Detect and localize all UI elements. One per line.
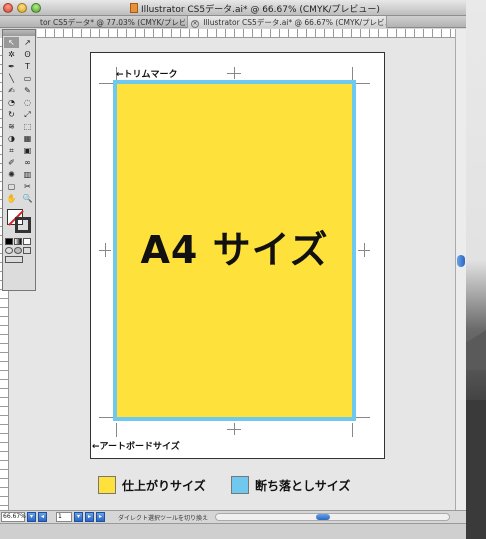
slice-tool-icon[interactable]: ✂: [20, 181, 35, 192]
status-bar: 66.67% ▾ ◂ 1 ▾ ▸ ▸ ダイレクト選択ツールを切り換え: [0, 510, 466, 523]
crop-mark: [364, 243, 365, 257]
last-artboard-button[interactable]: ▸: [96, 512, 105, 522]
crop-mark: [116, 423, 117, 437]
eyedropper-tool-icon[interactable]: ✐: [4, 157, 19, 168]
legend-label: 断ち落としサイズ: [255, 478, 351, 493]
hand-tool-icon[interactable]: ✋: [4, 193, 19, 204]
color-mode-row: [3, 237, 35, 246]
illustrator-window: Illustrator CS5データ.ai* @ 66.67% (CMYK/プレ…: [0, 0, 466, 539]
title-bar[interactable]: Illustrator CS5データ.ai* @ 66.67% (CMYK/プレ…: [0, 0, 466, 16]
draw-mode-row: [3, 246, 35, 255]
tab-label: tor CS5データ* @ 77.03% (CMYK/プレビュー): [40, 18, 185, 27]
screen-mode-row: [3, 255, 35, 264]
type-tool-icon[interactable]: T: [20, 61, 35, 72]
close-tab-icon[interactable]: ×: [191, 20, 199, 28]
crop-mark: [99, 417, 113, 418]
blue-swatch: [231, 476, 249, 494]
legend-label: 仕上がりサイズ: [122, 478, 206, 493]
horizontal-ruler[interactable]: [37, 29, 455, 38]
zoom-field[interactable]: 66.67%: [1, 512, 26, 522]
blend-tool-icon[interactable]: ∞: [20, 157, 35, 168]
screen-mode-icon[interactable]: [5, 256, 23, 263]
rectangle-tool-icon[interactable]: ▭: [20, 73, 35, 84]
crop-mark: [356, 417, 370, 418]
blob-brush-tool-icon[interactable]: ◔: [4, 97, 19, 108]
crop-mark: [105, 243, 106, 257]
direct-selection-tool-icon[interactable]: ↗: [20, 37, 35, 48]
artboard-size-note: ←アートボードサイズ: [92, 442, 180, 452]
draw-inside-icon[interactable]: [23, 247, 31, 254]
crop-mark: [99, 83, 113, 84]
tools-panel: ↖ ↗ ✲ ʘ ✒ T ╲ ▭ ✍ ✎ ◔ ◌ ↻ ⤢ ≋ ⬚ ◑ ▦ ⌗ ▣ ✐ ∞ ✺ ▥ ▢ ✂ ✋ 🔍: [2, 29, 36, 291]
document-tab-1[interactable]: tor CS5データ* @ 77.03% (CMYK/プレビュー): [40, 16, 185, 28]
color-mode-icon[interactable]: [5, 238, 13, 245]
window-title: Illustrator CS5データ.ai* @ 66.67% (CMYK/プレ…: [141, 5, 380, 15]
tool-grid: ↖ ↗ ✲ ʘ ✒ T ╲ ▭ ✍ ✎ ◔ ◌ ↻ ⤢ ≋ ⬚ ◑ ▦ ⌗ ▣ ✐ ∞ ✺ ▥ ▢ ✂ ✋ 🔍: [3, 36, 35, 205]
crop-mark: [352, 67, 353, 81]
paintbrush-tool-icon[interactable]: ✍: [4, 85, 19, 96]
next-artboard-button[interactable]: ▸: [85, 512, 94, 522]
horizontal-scrollbar[interactable]: [215, 513, 450, 521]
artboard[interactable]: A4 サイズ ←トリムマーク ←アートボードサイズ: [90, 52, 385, 459]
trim-mark-note: ←トリムマーク: [116, 70, 178, 80]
pen-tool-icon[interactable]: ✒: [4, 61, 19, 72]
artboard-dropdown-button[interactable]: ▾: [74, 512, 83, 522]
rotate-tool-icon[interactable]: ↻: [4, 109, 19, 120]
artboard-number-field[interactable]: 1: [56, 512, 72, 522]
document-tab-2[interactable]: × Illustrator CS5データ.ai* @ 66.67% (CMYK/…: [187, 16, 387, 28]
legend-bleed-size: 断ち落としサイズ: [231, 474, 350, 496]
scale-tool-icon[interactable]: ⤢: [20, 109, 35, 120]
crop-mark: [352, 423, 353, 437]
window-bottom-edge: [0, 523, 466, 539]
document-proxy-icon[interactable]: [130, 3, 138, 13]
gradient-mode-icon[interactable]: [14, 238, 22, 245]
fill-stroke-widget[interactable]: [3, 207, 35, 237]
minimize-window-button[interactable]: [17, 3, 27, 13]
stroke-swatch-icon[interactable]: [15, 217, 31, 233]
first-artboard-button[interactable]: ◂: [38, 512, 47, 522]
document-tab-bar: tor CS5データ* @ 77.03% (CMYK/プレビュー) × Illu…: [0, 16, 466, 28]
perspective-grid-tool-icon[interactable]: ▦: [20, 133, 35, 144]
column-graph-tool-icon[interactable]: ▥: [20, 169, 35, 180]
gradient-tool-icon[interactable]: ▣: [20, 145, 35, 156]
crop-mark: [356, 83, 370, 84]
horizontal-scroll-thumb[interactable]: [316, 514, 330, 520]
line-tool-icon[interactable]: ╲: [4, 73, 19, 84]
width-tool-icon[interactable]: ≋: [4, 121, 19, 132]
vertical-scroll-thumb[interactable]: [457, 255, 465, 267]
selection-tool-icon[interactable]: ↖: [4, 37, 19, 48]
zoom-window-button[interactable]: [31, 3, 41, 13]
zoom-tool-icon[interactable]: 🔍: [20, 193, 35, 204]
vertical-scrollbar[interactable]: [455, 29, 466, 510]
canvas-area[interactable]: A4 サイズ ←トリムマーク ←アートボードサイズ 仕上がりサイズ 断ち落としサ…: [9, 38, 455, 510]
lasso-tool-icon[interactable]: ʘ: [20, 49, 35, 60]
mesh-tool-icon[interactable]: ⌗: [4, 145, 19, 156]
draw-behind-icon[interactable]: [14, 247, 22, 254]
trim-area[interactable]: A4 サイズ: [117, 84, 352, 417]
symbol-sprayer-tool-icon[interactable]: ✺: [4, 169, 19, 180]
legend-finished-size: 仕上がりサイズ: [98, 474, 206, 496]
crop-mark: [227, 73, 241, 74]
eraser-tool-icon[interactable]: ◌: [20, 97, 35, 108]
yellow-swatch: [98, 476, 116, 494]
tab-label: Illustrator CS5データ.ai* @ 66.67% (CMYK/プレ…: [203, 18, 387, 27]
none-mode-icon[interactable]: [23, 238, 31, 245]
shape-builder-tool-icon[interactable]: ◑: [4, 133, 19, 144]
close-window-button[interactable]: [3, 3, 13, 13]
draw-normal-icon[interactable]: [5, 247, 13, 254]
a4-size-label: A4 サイズ: [140, 228, 329, 272]
magic-wand-tool-icon[interactable]: ✲: [4, 49, 19, 60]
zoom-dropdown-button[interactable]: ▾: [27, 512, 36, 522]
status-tool-hint: ダイレクト選択ツールを切り換え: [118, 515, 209, 522]
artboard-tool-icon[interactable]: ▢: [4, 181, 19, 192]
free-transform-tool-icon[interactable]: ⬚: [20, 121, 35, 132]
crop-mark: [227, 429, 241, 430]
pencil-tool-icon[interactable]: ✎: [20, 85, 35, 96]
